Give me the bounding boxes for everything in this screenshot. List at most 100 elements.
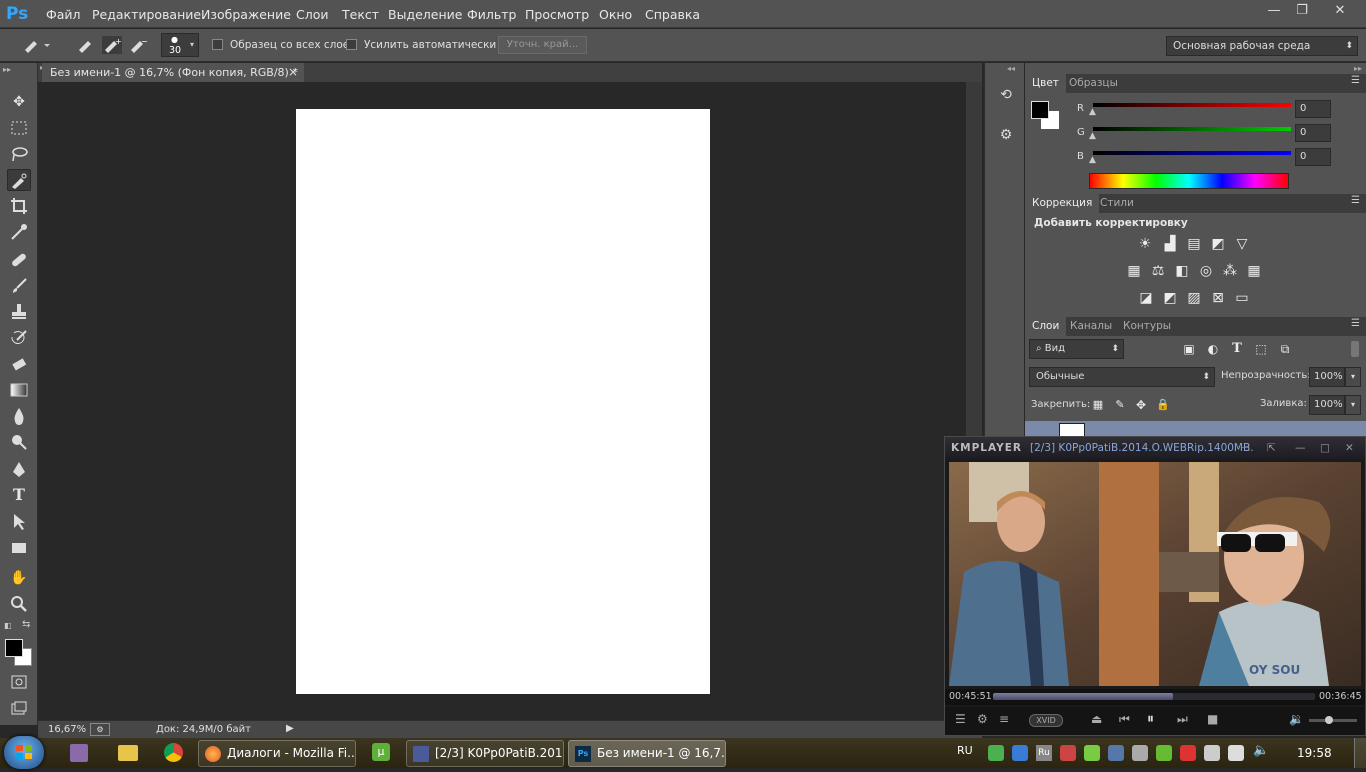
hand-tool-icon[interactable]: ✋ [7,567,31,589]
lasso-tool-icon[interactable] [7,143,31,165]
video-frame[interactable]: OY SOU [949,462,1361,686]
tray-flag-icon[interactable] [1060,745,1076,761]
restore-button[interactable]: ❐ [1289,2,1315,22]
threshold-icon[interactable]: ▨ [1185,290,1203,306]
menu-text[interactable]: Текст [342,7,379,22]
tray-lang-icon[interactable]: Ru [1036,745,1052,761]
tab-paths[interactable]: Контуры [1116,317,1178,336]
eraser-tool-icon[interactable] [7,353,31,375]
r-slider-handle[interactable]: ▲ [1089,107,1096,117]
tab-layers[interactable]: Слои [1025,317,1067,336]
type-tool-icon[interactable]: T [7,485,31,507]
menu-window[interactable]: Окно [599,7,632,22]
eyedropper-tool-icon[interactable] [7,221,31,243]
volume-icon[interactable]: 🔉 [1289,712,1304,726]
path-selection-tool-icon[interactable] [7,511,31,533]
blend-mode-select[interactable]: Обычные ⬍ [1029,367,1215,387]
subtract-from-selection-icon[interactable]: − [128,36,148,54]
status-info-icon[interactable]: ⚙ [90,723,110,736]
g-slider[interactable] [1093,127,1291,131]
layer-filter-select[interactable]: ⌕ Вид ⬍ [1029,339,1124,359]
explorer-icon[interactable] [118,745,138,761]
tray-check-icon[interactable] [1084,745,1100,761]
menu-image[interactable]: Изображение [201,7,291,22]
quick-mask-icon[interactable] [7,671,31,693]
menu-list-icon[interactable]: ≡ [999,712,1009,726]
history-panel-icon[interactable]: ⟲ [995,87,1017,109]
fill-field[interactable]: 100% [1309,395,1345,415]
move-tool-icon[interactable]: ✥ [7,91,31,113]
r-value-field[interactable]: 0 [1295,100,1331,118]
clone-stamp-tool-icon[interactable] [7,301,31,323]
adjustment-layer-filter-icon[interactable]: ◐ [1204,341,1222,357]
foreground-color-box[interactable] [1031,101,1049,119]
lock-transparent-icon[interactable]: ▦ [1089,397,1107,413]
fill-dropdown-icon[interactable]: ▾ [1345,395,1361,415]
color-spectrum-bar[interactable] [1089,173,1289,189]
brush-size-picker[interactable]: ● 30 ▾ [161,33,199,57]
tray-app-icon[interactable] [1012,745,1028,761]
menu-edit[interactable]: Редактирование [92,7,201,22]
tray-nvidia-icon[interactable] [1156,745,1172,761]
panel-menu-icon[interactable]: ☰ [1351,75,1360,86]
tray-add-icon[interactable] [988,745,1004,761]
b-value-field[interactable]: 0 [1295,148,1331,166]
tray-monitor-icon[interactable] [1108,745,1124,761]
default-colors-icon[interactable]: ◧ [4,621,12,630]
opacity-field[interactable]: 100% [1309,367,1345,387]
marquee-tool-icon[interactable] [7,117,31,139]
channel-mixer-icon[interactable]: ⁂ [1221,263,1239,279]
crop-tool-icon[interactable] [7,195,31,217]
menu-select[interactable]: Выделение [388,7,462,22]
color-balance-icon[interactable]: ⚖ [1149,263,1167,279]
lock-position-icon[interactable]: ✥ [1132,397,1150,413]
next-icon[interactable]: ⏭ [1177,712,1188,727]
chrome-icon[interactable] [164,743,183,762]
tab-styles[interactable]: Стили [1093,194,1141,213]
volume-handle[interactable] [1325,716,1333,724]
blur-tool-icon[interactable] [7,405,31,427]
gradient-tool-icon[interactable] [7,379,31,401]
taskbar-item-kmplayer[interactable]: [2/3] K0Pp0PatiB.201... [406,740,564,767]
pen-tool-icon[interactable] [7,459,31,481]
eject-icon[interactable]: ⏏ [1091,712,1102,726]
stop-icon[interactable]: ■ [1207,712,1218,726]
rectangle-tool-icon[interactable] [7,537,31,559]
tray-device-icon[interactable] [1132,745,1148,761]
utorrent-icon[interactable]: µ [372,743,390,761]
g-value-field[interactable]: 0 [1295,124,1331,142]
clock[interactable]: 19:58 [1297,746,1332,760]
type-layer-filter-icon[interactable]: T [1228,341,1246,357]
close-document-icon[interactable]: × [288,63,298,82]
black-white-icon[interactable]: ◧ [1173,263,1191,279]
refine-edge-button[interactable]: Уточн. край... [498,36,587,54]
collapse-strip-icon[interactable]: ◂◂ [1007,64,1015,73]
show-desktop-button[interactable] [1354,738,1366,768]
b-slider[interactable] [1093,151,1291,155]
minimize-button[interactable]: — [1261,2,1287,22]
photo-filter-icon[interactable]: ◎ [1197,263,1215,279]
b-slider-handle[interactable]: ▲ [1089,155,1096,165]
menu-view[interactable]: Просмотр [525,7,589,22]
posterize-icon[interactable]: ◩ [1161,290,1179,306]
tray-clipboard-icon[interactable] [1204,745,1220,761]
maximize-icon[interactable]: □ [1320,437,1330,459]
quick-selection-preset-icon[interactable] [22,36,50,54]
workspace-select[interactable]: Основная рабочая среда ⬍ [1166,36,1358,56]
menu-layers[interactable]: Слои [296,7,329,22]
previous-icon[interactable]: ⏮ [1119,712,1130,727]
hue-saturation-icon[interactable]: ▦ [1125,263,1143,279]
brightness-icon[interactable]: ☀ [1136,236,1154,252]
shape-layer-filter-icon[interactable]: ⬚ [1252,341,1270,357]
quick-selection-tool-icon[interactable] [7,169,31,191]
g-slider-handle[interactable]: ▲ [1089,131,1096,141]
add-to-selection-icon[interactable]: + [102,36,122,54]
menu-filter[interactable]: Фильтр [467,7,516,22]
zoom-tool-icon[interactable] [7,593,31,615]
foreground-color-swatch[interactable] [5,639,23,657]
pixel-layer-filter-icon[interactable]: ▣ [1180,341,1198,357]
start-button[interactable] [4,736,44,769]
tab-color[interactable]: Цвет [1025,74,1066,93]
properties-panel-icon[interactable]: ⚙ [995,127,1017,149]
playlist-icon[interactable]: ☰ [955,712,966,726]
